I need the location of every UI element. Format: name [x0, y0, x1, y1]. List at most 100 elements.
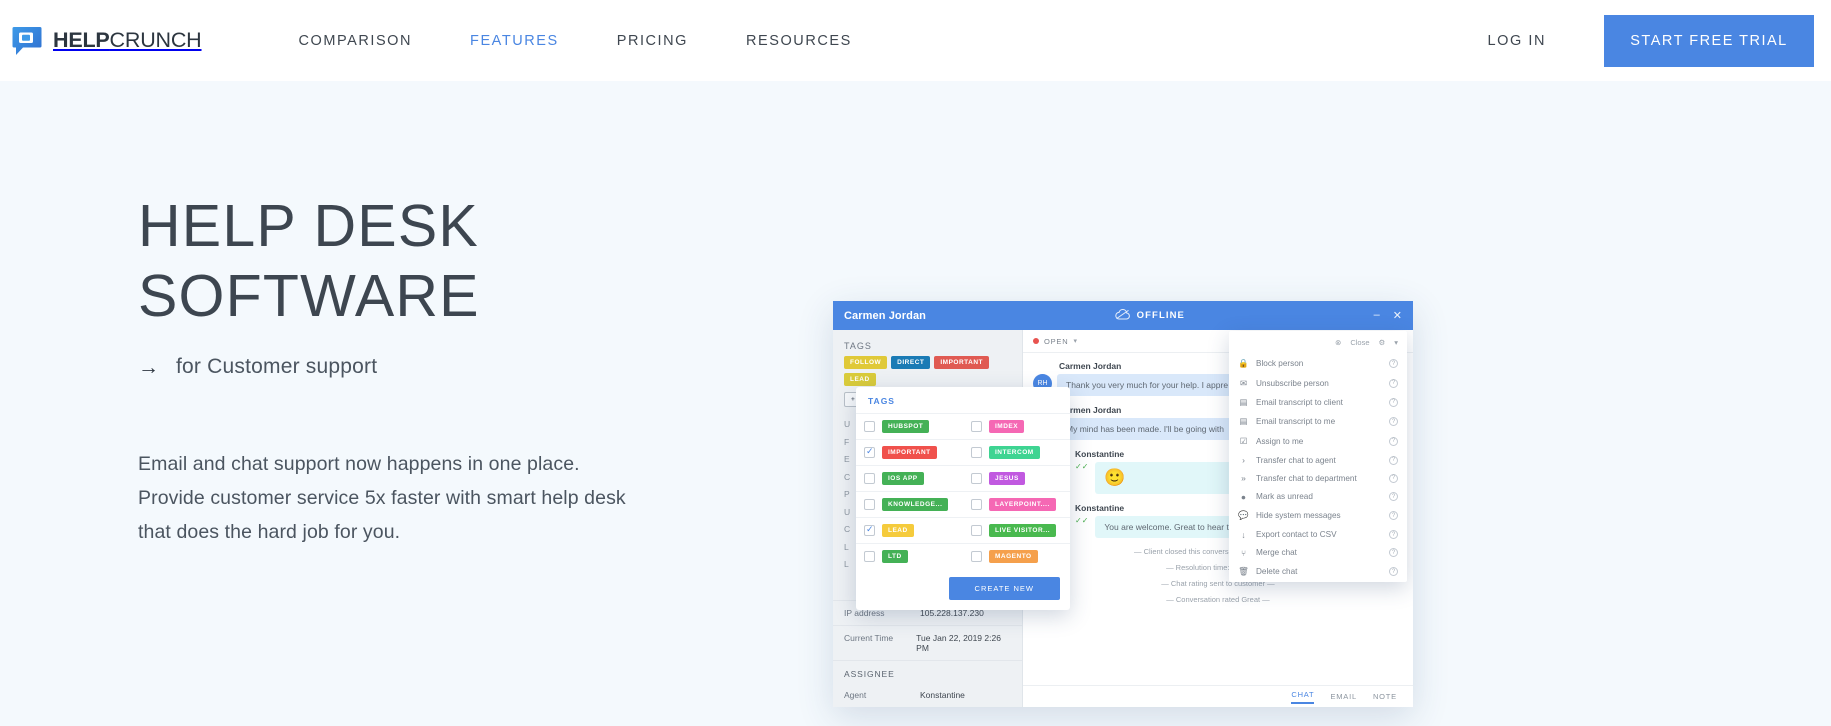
question-mark-icon[interactable]: ? [1389, 417, 1398, 427]
tag-option[interactable]: JESUS [963, 465, 1070, 491]
question-mark-icon[interactable]: ? [1389, 397, 1398, 407]
chat-actions-menu: ⊗ Close ⚙ ▾ 🔒 Block person? ✉ Unsubscribe … [1229, 331, 1407, 582]
hero-subtitle-row: → for Customer support [138, 355, 758, 379]
tag-label: IMDEX [989, 420, 1025, 433]
menu-item-mark-as-unread[interactable]: ● Mark as unread? [1229, 488, 1407, 506]
menu-item-hide-system-messages[interactable]: 💬 Hide system messages? [1229, 506, 1407, 525]
tag-option[interactable]: KNOWLEDGE... [856, 491, 963, 517]
info-row-agent: Agent Konstantine [833, 683, 1022, 707]
chevron-down-icon[interactable]: ▾ [1073, 337, 1077, 345]
chevron-down-icon[interactable]: ▾ [1394, 338, 1398, 347]
tag-label: LTD [882, 550, 908, 563]
login-link[interactable]: LOG IN [1488, 33, 1546, 49]
menu-item-merge-chat[interactable]: ⑂ Merge chat? [1229, 544, 1407, 562]
logo-bold: HELP [53, 28, 110, 52]
menu-item-label: Block person [1256, 359, 1304, 369]
tag-chip-important[interactable]: IMPORTANT [934, 356, 990, 369]
checkbox-icon[interactable] [971, 447, 982, 458]
tag-option[interactable]: MAGENTO [963, 543, 1070, 569]
tab-email[interactable]: EMAIL [1330, 692, 1357, 701]
menu-item-block-person[interactable]: 🔒 Block person? [1229, 354, 1407, 373]
start-free-trial-button[interactable]: START FREE TRIAL [1604, 14, 1814, 67]
menu-item-transfer-chat-to-agent[interactable]: › Transfer chat to agent? [1229, 451, 1407, 469]
minimize-icon[interactable]: – [1374, 309, 1380, 322]
tag-chip-follow[interactable]: FOLLOW [844, 356, 888, 369]
menu-item-label: Unsubscribe person [1256, 378, 1329, 388]
menu-item-email-transcript-to-client[interactable]: ▤ Email transcript to client? [1229, 393, 1407, 412]
tab-chat[interactable]: CHAT [1291, 690, 1315, 704]
question-mark-icon[interactable]: ? [1389, 567, 1398, 577]
speech-bubble-icon: 💬 [1238, 510, 1249, 521]
checkbox-icon[interactable] [864, 473, 875, 484]
gear-icon[interactable]: ⚙ [1379, 338, 1386, 347]
logo-link[interactable]: HELPCRUNCH [10, 24, 202, 58]
info-value: Konstantine [920, 690, 965, 700]
question-mark-icon[interactable]: ? [1389, 511, 1398, 521]
app-status-group: OFFLINE [1114, 308, 1185, 323]
close-chat-label[interactable]: Close [1350, 338, 1369, 347]
checkbox-icon[interactable] [971, 421, 982, 432]
menu-item-export-contact-to-csv[interactable]: ↓ Export contact to CSV? [1229, 525, 1407, 543]
question-mark-icon[interactable]: ? [1389, 530, 1398, 540]
menu-item-label: Mark as unread [1256, 492, 1313, 502]
menu-item-assign-to-me[interactable]: ☑ Assign to me? [1229, 432, 1407, 451]
create-new-tag-button[interactable]: CREATE NEW [948, 577, 1060, 600]
tag-option[interactable]: IOS APP [856, 465, 963, 491]
menu-item-delete-chat[interactable]: 🗑 Delete chat? [1229, 562, 1407, 581]
nav-item-resources[interactable]: RESOURCES [717, 33, 881, 49]
lock-icon: 🔒 [1238, 358, 1249, 369]
delivered-check-icon: ✓✓ [1075, 516, 1089, 525]
nav-item-features[interactable]: FEATURES [441, 33, 588, 49]
checkbox-icon[interactable] [864, 446, 875, 458]
checkbox-icon[interactable] [971, 551, 982, 562]
close-circle-icon[interactable]: ⊗ [1335, 338, 1341, 347]
checkbox-icon[interactable] [864, 524, 875, 536]
question-mark-icon[interactable]: ? [1389, 378, 1398, 388]
question-mark-icon[interactable]: ? [1389, 548, 1398, 558]
question-mark-icon[interactable]: ? [1389, 359, 1398, 369]
tag-chip-lead[interactable]: LEAD [844, 373, 876, 386]
double-chevron-right-icon: » [1241, 473, 1246, 484]
info-row-current-time: Current Time Tue Jan 22, 2019 2:26 PM [833, 625, 1022, 660]
menu-item-unsubscribe-person[interactable]: ✉ Unsubscribe person? [1229, 373, 1407, 392]
tag-option[interactable]: HUBSPOT [856, 413, 963, 439]
close-icon[interactable]: ✕ [1393, 309, 1402, 322]
tag-option[interactable]: LIVE VISITOR... [963, 517, 1070, 543]
nav-item-pricing[interactable]: PRICING [588, 33, 717, 49]
tab-note[interactable]: NOTE [1373, 692, 1397, 701]
tag-option[interactable]: INTERCOM [963, 439, 1070, 465]
nav-item-comparison[interactable]: COMPARISON [270, 33, 442, 49]
menu-item-label: Hide system messages [1256, 511, 1341, 521]
question-mark-icon[interactable]: ? [1389, 455, 1398, 465]
question-mark-icon[interactable]: ? [1389, 436, 1398, 446]
menu-item-label: Assign to me [1256, 436, 1304, 446]
info-circle-icon: ● [1240, 491, 1247, 502]
unsubscribe-mail-icon: ✉ [1239, 377, 1248, 388]
checkbox-icon[interactable] [971, 473, 982, 484]
menu-item-transfer-chat-to-department[interactable]: » Transfer chat to department? [1229, 469, 1407, 487]
system-note: — Conversation rated Great — [1166, 595, 1270, 604]
checkbox-icon[interactable] [864, 551, 875, 562]
question-mark-icon[interactable]: ? [1389, 492, 1398, 502]
question-mark-icon[interactable]: ? [1389, 473, 1398, 483]
transcript-icon: ▤ [1239, 396, 1248, 407]
checkbox-icon[interactable] [971, 525, 982, 536]
menu-item-email-transcript-to-me[interactable]: ▤ Email transcript to me? [1229, 412, 1407, 431]
tag-option[interactable]: IMDEX [963, 413, 1070, 439]
conversation-status-label: OPEN [1044, 336, 1069, 346]
checkbox-icon[interactable] [864, 499, 875, 510]
tag-option[interactable]: LEAD [856, 517, 963, 543]
tag-label: HUBSPOT [882, 420, 930, 433]
tag-chip-direct[interactable]: DIRECT [891, 356, 931, 369]
contact-info-table: IP address 105.228.137.230 Current Time … [833, 600, 1022, 707]
tag-label: JESUS [989, 472, 1025, 485]
info-value: Tue Jan 22, 2019 2:26 PM [916, 633, 1001, 653]
chevron-right-icon: › [1242, 455, 1245, 466]
tag-label: KNOWLEDGE... [882, 498, 949, 511]
tag-option[interactable]: IMPORTANT [856, 439, 963, 465]
tag-option[interactable]: LAYERPOINT.... [963, 491, 1070, 517]
menu-item-label: Email transcript to me [1256, 417, 1336, 427]
tag-option[interactable]: LTD [856, 543, 963, 569]
checkbox-icon[interactable] [864, 421, 875, 432]
checkbox-icon[interactable] [971, 499, 982, 510]
